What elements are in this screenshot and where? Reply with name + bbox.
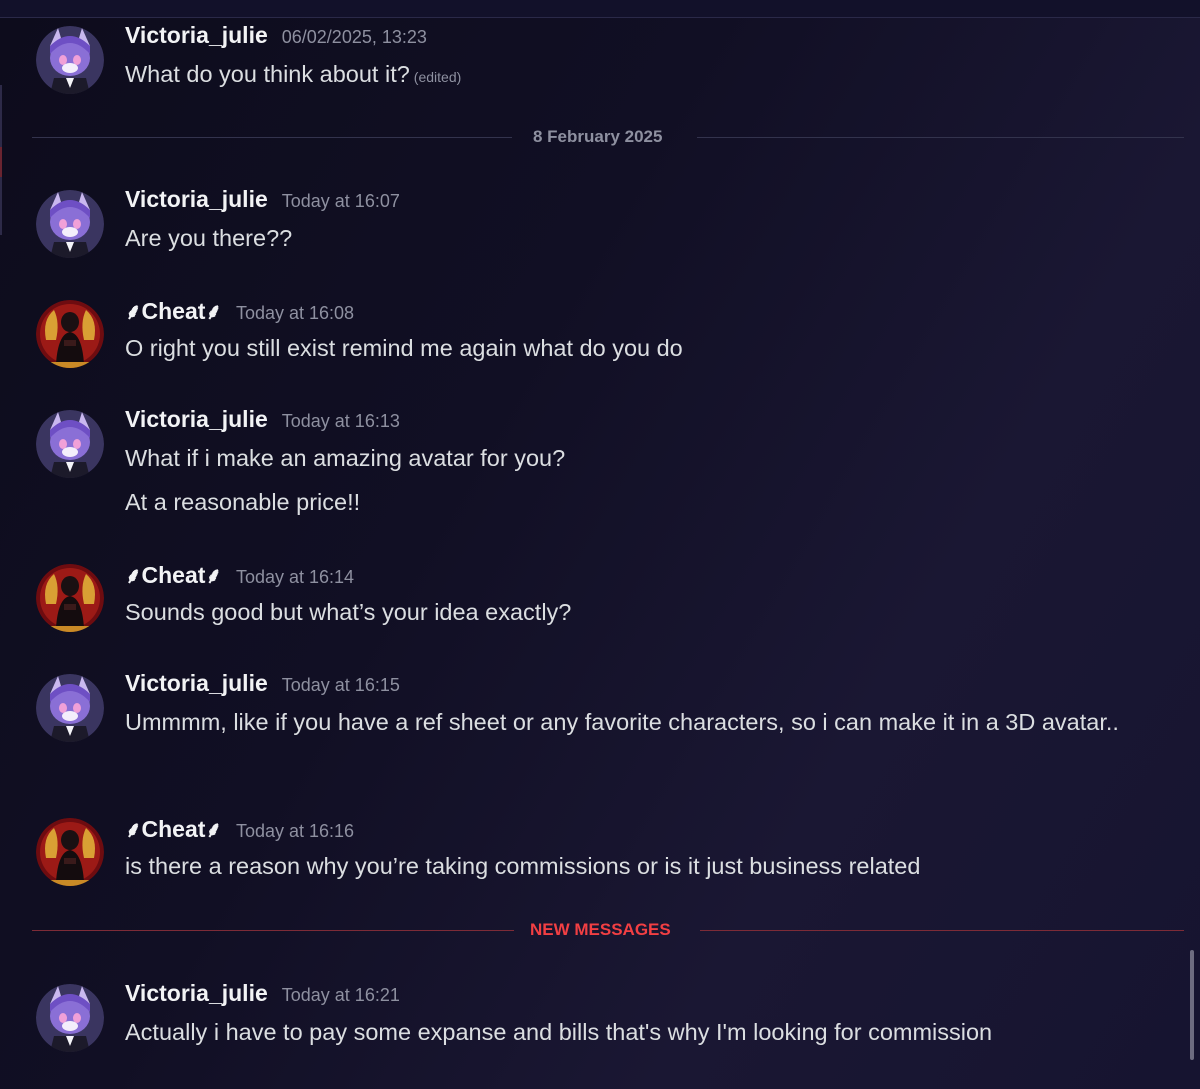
username[interactable]: Victoria_julie [125, 406, 268, 433]
timestamp: Today at 16:21 [281, 985, 400, 1005]
message-text: What do you think about it? [125, 61, 410, 87]
edited-label: (edited) [413, 69, 462, 85]
timestamp: Today at 16:15 [281, 675, 400, 695]
victoria-avatar-icon [36, 410, 104, 478]
avatar[interactable] [36, 674, 104, 742]
timestamp: Today at 16:13 [281, 411, 400, 431]
avatar[interactable] [36, 410, 104, 478]
avatar[interactable] [36, 26, 104, 94]
avatar[interactable] [36, 984, 104, 1052]
username[interactable]: Cheat [142, 298, 206, 325]
message-text: Ummmm, like if you have a ref sheet or a… [125, 709, 1119, 735]
username-decoration-left: ⸙ [125, 564, 142, 589]
username[interactable]: Cheat [142, 816, 206, 843]
message-text: O right you still exist remind me again … [125, 335, 683, 361]
username-decoration-right: ⸙ [205, 300, 222, 325]
victoria-avatar-icon [36, 674, 104, 742]
avatar[interactable] [36, 564, 104, 632]
username[interactable]: Cheat [142, 562, 206, 589]
message-text: is there a reason why you’re taking comm… [125, 853, 921, 879]
victoria-avatar-icon [36, 26, 104, 94]
cheat-avatar-icon [36, 818, 104, 886]
timestamp: Today at 16:14 [235, 567, 355, 587]
avatar[interactable] [36, 818, 104, 886]
cheat-avatar-icon [36, 300, 104, 368]
message-text: Are you there?? [125, 225, 293, 251]
new-messages-label: NEW MESSAGES [530, 920, 671, 939]
avatar[interactable] [36, 190, 104, 258]
message-text: Sounds good but what’s your idea exactly… [125, 599, 572, 625]
message-text: Actually i have to pay some expanse and … [125, 1019, 993, 1045]
date-divider: 8 February 2025 [32, 127, 1184, 147]
timestamp: Today at 16:16 [235, 821, 355, 841]
scrollbar-thumb[interactable] [1190, 950, 1194, 1060]
message-content: What do you think about it? (edited) [125, 56, 1165, 96]
date-divider-label: 8 February 2025 [533, 127, 663, 146]
message-text: What if i make an amazing avatar for you… [125, 445, 566, 471]
username[interactable]: Victoria_julie [125, 186, 268, 213]
victoria-avatar-icon [36, 190, 104, 258]
message-text: At a reasonable price!! [125, 489, 361, 515]
new-messages-divider: NEW MESSAGES [32, 920, 1184, 940]
username-decoration-right: ⸙ [205, 564, 222, 589]
timestamp: Today at 16:08 [235, 303, 355, 323]
timestamp: 06/02/2025, 13:23 [281, 27, 427, 47]
username-decoration-right: ⸙ [205, 818, 222, 843]
left-edge-accent [0, 147, 2, 177]
avatar[interactable] [36, 300, 104, 368]
username[interactable]: Victoria_julie [125, 980, 268, 1007]
username-decoration-left: ⸙ [125, 300, 142, 325]
username[interactable]: Victoria_julie [125, 670, 268, 697]
cheat-avatar-icon [36, 564, 104, 632]
username[interactable]: Victoria_julie [125, 22, 268, 49]
timestamp: Today at 16:07 [281, 191, 400, 211]
username-decoration-left: ⸙ [125, 818, 142, 843]
top-bar [0, 0, 1200, 18]
victoria-avatar-icon [36, 984, 104, 1052]
